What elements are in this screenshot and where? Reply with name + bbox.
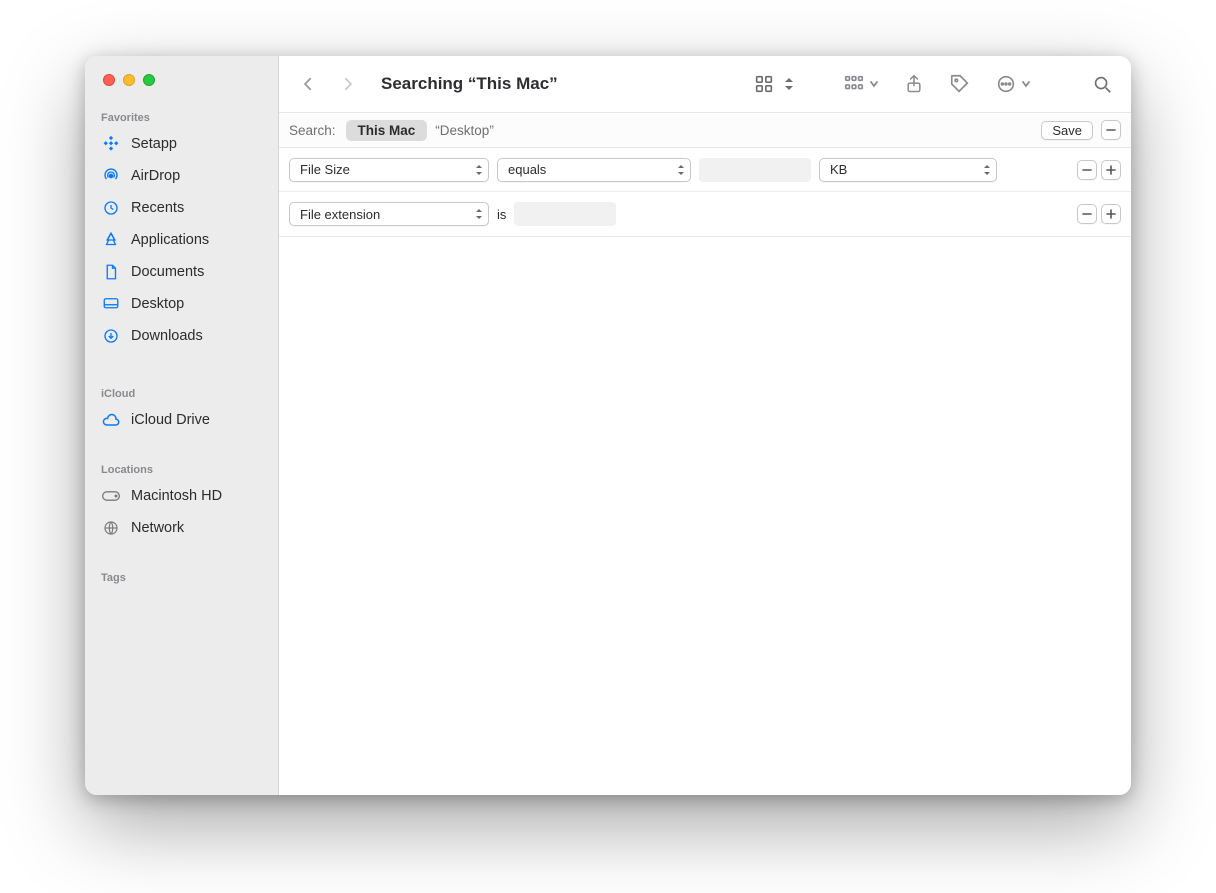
search-scope-label: Search: [289,123,336,138]
airdrop-icon [101,166,121,186]
network-icon [101,518,121,538]
search-button[interactable] [1091,73,1113,95]
setapp-icon [101,134,121,154]
search-criteria: File Size equals KB [279,148,1131,237]
criteria-operator-text: is [497,207,506,222]
sidebar-item-downloads[interactable]: Downloads [85,320,278,352]
sidebar-item-recents[interactable]: Recents [85,192,278,224]
criteria-value-input[interactable] [514,202,616,226]
icloud-icon [101,410,121,430]
stepper-icon [474,207,484,221]
window-title: Searching “This Mac” [381,74,558,94]
finder-window: Favorites Setapp AirDrop [85,56,1131,795]
scope-this-mac[interactable]: This Mac [346,120,428,141]
sidebar-item-label: AirDrop [131,168,180,184]
sidebar-item-desktop[interactable]: Desktop [85,288,278,320]
sidebar-item-setapp[interactable]: Setapp [85,128,278,160]
sidebar-item-icloud-drive[interactable]: iCloud Drive [85,404,278,436]
criteria-row: File extension is [279,192,1131,236]
sidebar-item-label: Downloads [131,328,203,344]
sidebar-section-icloud-header: iCloud [85,380,278,404]
document-icon [101,262,121,282]
sidebar-item-label: Network [131,520,184,536]
window-controls [85,74,278,104]
dropdown-value: File extension [300,207,380,222]
criteria-attribute-dropdown[interactable]: File extension [289,202,489,226]
criteria-value-input[interactable] [699,158,811,182]
back-button[interactable] [297,73,319,95]
dropdown-value: KB [830,162,847,177]
remove-search-button[interactable] [1101,120,1121,140]
remove-criteria-button[interactable] [1077,204,1097,224]
sidebar-item-label: Setapp [131,136,177,152]
main-pane: Searching “This Mac” [279,56,1131,795]
applications-icon [101,230,121,250]
grouping-button[interactable] [843,73,879,95]
view-icon-grid-button[interactable] [753,73,775,95]
sidebar-item-label: Macintosh HD [131,488,222,504]
toolbar: Searching “This Mac” [279,56,1131,112]
dropdown-value: equals [508,162,546,177]
downloads-icon [101,326,121,346]
scope-desktop[interactable]: “Desktop” [435,123,494,138]
sidebar-section-locations-header: Locations [85,456,278,480]
save-search-button[interactable]: Save [1041,121,1093,140]
stepper-icon [676,163,686,177]
add-criteria-button[interactable] [1101,204,1121,224]
sidebar-item-label: iCloud Drive [131,412,210,428]
sidebar-item-label: Desktop [131,296,184,312]
sidebar-section-tags-header: Tags [85,564,278,588]
action-menu-button[interactable] [995,73,1031,95]
stepper-icon [474,163,484,177]
sidebar-item-documents[interactable]: Documents [85,256,278,288]
search-scope-bar: Search: This Mac “Desktop” Save [279,112,1131,148]
criteria-unit-dropdown[interactable]: KB [819,158,997,182]
tags-button[interactable] [949,73,971,95]
criteria-attribute-dropdown[interactable]: File Size [289,158,489,182]
dropdown-value: File Size [300,162,350,177]
sidebar-item-label: Applications [131,232,209,248]
close-window-button[interactable] [103,74,115,86]
sidebar-section-favorites-header: Favorites [85,104,278,128]
stepper-icon [982,163,992,177]
recents-icon [101,198,121,218]
add-criteria-button[interactable] [1101,160,1121,180]
criteria-operator-dropdown[interactable]: equals [497,158,691,182]
zoom-window-button[interactable] [143,74,155,86]
sidebar: Favorites Setapp AirDrop [85,56,279,795]
sidebar-item-network[interactable]: Network [85,512,278,544]
sidebar-item-label: Recents [131,200,184,216]
remove-criteria-button[interactable] [1077,160,1097,180]
desktop-icon [101,294,121,314]
sidebar-item-airdrop[interactable]: AirDrop [85,160,278,192]
view-stepper-icon[interactable] [783,73,795,95]
forward-button[interactable] [337,73,359,95]
sidebar-item-label: Documents [131,264,204,280]
sidebar-item-macintosh-hd[interactable]: Macintosh HD [85,480,278,512]
sidebar-item-applications[interactable]: Applications [85,224,278,256]
criteria-row: File Size equals KB [279,148,1131,192]
minimize-window-button[interactable] [123,74,135,86]
share-button[interactable] [903,73,925,95]
harddisk-icon [101,486,121,506]
results-area [279,237,1131,795]
